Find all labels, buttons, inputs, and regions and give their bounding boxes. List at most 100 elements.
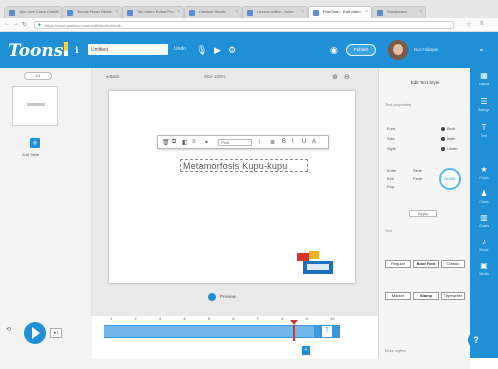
timeline-track[interactable]: T [104, 320, 340, 341]
close-icon[interactable]: × [177, 9, 180, 15]
link-icon[interactable]: ⚭ [204, 139, 209, 146]
preview-label: Preview [220, 294, 237, 299]
slide-thumbnail[interactable] [12, 86, 58, 126]
browser-tab[interactable]: Join Live Class Online × [4, 6, 62, 18]
animation-row[interactable]: Slide [413, 168, 422, 173]
text-style-chip[interactable]: Classic [441, 260, 465, 268]
rail-item-characters[interactable]: ♟ Chars [472, 188, 496, 210]
rail-item-media[interactable]: ▣ Media [472, 260, 496, 282]
property-row[interactable]: Style [387, 146, 396, 151]
add-marker-button[interactable]: + [302, 346, 310, 355]
property-row[interactable]: Font [387, 126, 395, 131]
url-input[interactable]: ● https://www.powtoon.com/edit/studio/#/e… [34, 21, 454, 29]
step-forward-button[interactable]: ▸| [50, 328, 62, 338]
close-icon[interactable]: × [55, 9, 58, 15]
menu-icon[interactable]: ≡ [480, 21, 484, 27]
browser-tab[interactable]: Tab Video Editor Pro × [122, 6, 184, 18]
close-icon[interactable]: × [301, 9, 304, 15]
canvas-back-button[interactable]: ◂ Back [106, 74, 120, 80]
underline-icon[interactable]: U [302, 139, 306, 145]
presentation-title-input[interactable] [88, 44, 168, 55]
browser-tab-active[interactable]: PowToon - Edit video × [308, 6, 372, 18]
loop-icon[interactable]: ⟲ [6, 326, 11, 333]
play-preview-icon[interactable]: ▶ [214, 45, 221, 56]
avatar[interactable] [388, 40, 408, 60]
timeline-ruler: 1 2 3 4 5 6 7 8 9 10 [104, 316, 340, 324]
preview-toggle[interactable] [208, 293, 216, 301]
align-icon[interactable]: ≡ [192, 139, 196, 145]
star-icon[interactable]: ☆ [466, 21, 471, 28]
close-icon[interactable]: × [365, 9, 368, 15]
zoom-out-icon[interactable]: ⊖ [344, 73, 350, 81]
canvas-header: ◂ Back Size 100% ⊕ ⊖ [92, 68, 378, 84]
timeline-tick-label: 9 [305, 316, 308, 321]
browser-tab[interactable]: Lesson editor - Anim × [242, 6, 308, 18]
help-button[interactable]: ? [468, 332, 484, 348]
reload-icon[interactable]: ↻ [22, 21, 27, 28]
rail-item-props[interactable]: ★ Props [472, 164, 496, 186]
back-arrow-icon[interactable]: ← [4, 21, 10, 27]
user-name: Nur Hidayat [414, 47, 438, 52]
animation-row[interactable]: Pop [387, 184, 394, 189]
rail-item-text[interactable]: T Text [472, 122, 496, 144]
animation-preview-button[interactable]: NONE [439, 168, 461, 190]
animation-row[interactable]: Enter [387, 168, 397, 173]
animation-row[interactable]: Exit [387, 176, 394, 181]
slide-textbox[interactable]: Metamorfosis Kupu-kupu [180, 159, 308, 172]
slide-canvas[interactable]: 🗑 ⧉ ◧ ≡ ⚭ Font ↕ ≣ B I U A Metamorfosis … [108, 90, 356, 284]
zoom-size-label[interactable]: Size 100% [204, 74, 226, 79]
close-icon[interactable]: × [115, 9, 118, 15]
chevron-down-icon[interactable]: ⌄ [478, 44, 485, 53]
rail-item-background[interactable]: ☰ Backgr. [472, 96, 496, 118]
animation-row[interactable]: Fade [413, 176, 422, 181]
radio-option[interactable]: Under [441, 146, 458, 151]
layout-icon: ▦ [480, 71, 488, 80]
favicon-icon [9, 10, 15, 16]
property-row[interactable]: Size [387, 136, 395, 141]
info-icon[interactable]: ℹ [75, 45, 78, 56]
timeline-end-icon[interactable]: T [322, 326, 332, 337]
apply-button[interactable]: Apply [409, 210, 437, 217]
microphone-icon[interactable]: 🎙 [196, 45, 207, 56]
rail-item-music[interactable]: ♪ Music [472, 236, 496, 258]
text-align-icon[interactable]: ≣ [270, 139, 275, 146]
text-style-chip[interactable]: Marker [385, 292, 411, 300]
italic-icon[interactable]: I [292, 139, 294, 145]
playhead-handle[interactable] [290, 320, 298, 341]
radio-option[interactable]: Italic [441, 136, 455, 141]
slide-counter: 1/1 [24, 72, 52, 80]
browser-tab[interactable]: Cartoon Studio × [184, 6, 242, 18]
favicon-icon [247, 10, 253, 16]
publish-button[interactable]: Publish [346, 44, 376, 56]
undo-button[interactable]: Undo [174, 46, 186, 52]
copy-icon[interactable]: ⧉ [172, 139, 176, 146]
text-style-chip[interactable]: Regular [385, 260, 411, 268]
canvas-area: ◂ Back Size 100% ⊕ ⊖ 🗑 ⧉ ◧ ≡ ⚭ Font ↕ ≣ … [92, 68, 378, 316]
text-format-toolbar: 🗑 ⧉ ◧ ≡ ⚭ Font ↕ ≣ B I U A [157, 135, 329, 149]
rail-item-charts[interactable]: ▥ Charts [472, 212, 496, 234]
eye-icon[interactable]: ◉ [330, 45, 338, 56]
close-icon[interactable]: × [419, 9, 422, 15]
text-color-icon[interactable]: A [312, 139, 316, 145]
forward-arrow-icon[interactable]: → [13, 21, 19, 27]
layer-icon[interactable]: ◧ [182, 139, 188, 146]
rail-item-layout[interactable]: ▦ Layout [472, 70, 496, 92]
font-select[interactable]: Font [218, 139, 252, 146]
delete-icon[interactable]: 🗑 [162, 139, 170, 146]
timeline-clip[interactable] [104, 326, 314, 337]
browser-tab[interactable]: Storyboard × [372, 6, 426, 18]
bold-icon[interactable]: B [282, 139, 286, 145]
settings-icon[interactable]: ⚙ [228, 45, 236, 56]
add-slide-button[interactable]: + [30, 138, 40, 148]
close-icon[interactable]: × [235, 9, 238, 15]
text-size-icon[interactable]: ↕ [258, 139, 261, 145]
text-style-chip[interactable]: Stamp [413, 292, 439, 300]
browser-tab[interactable]: Toonie Flash Slides × [62, 6, 122, 18]
favicon-icon [127, 10, 133, 16]
text-style-chip[interactable]: Typewriter [441, 292, 465, 300]
play-button[interactable] [24, 322, 46, 344]
radio-option[interactable]: Bold [441, 126, 455, 131]
more-styles-link[interactable]: More styles [385, 348, 405, 353]
zoom-in-icon[interactable]: ⊕ [332, 73, 338, 81]
text-style-chip[interactable]: Bold Font [413, 260, 439, 268]
